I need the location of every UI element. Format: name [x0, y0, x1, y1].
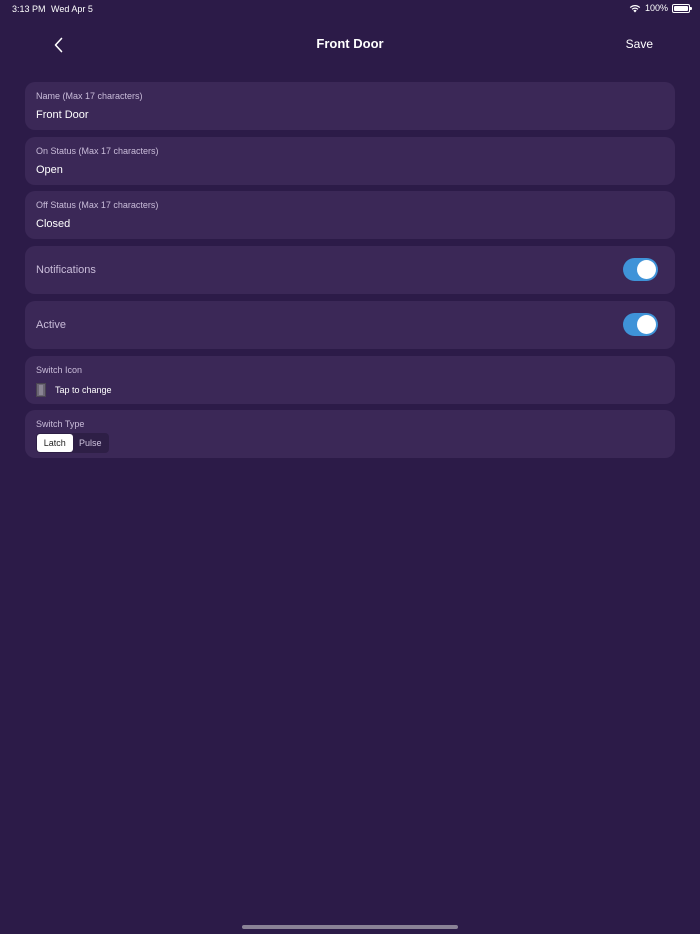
save-button[interactable]: Save [626, 37, 653, 51]
name-field[interactable]: Front Door [36, 109, 89, 121]
nav-bar: Front Door Save [0, 28, 700, 62]
switch-icon-label: Switch Icon [36, 365, 83, 375]
tap-to-change-text: Tap to change [55, 385, 112, 395]
status-time: 3:13 PM [12, 4, 46, 14]
notifications-label: Notifications [36, 264, 96, 276]
off-status-field-label: Off Status (Max 17 characters) [36, 200, 159, 210]
status-bar: 3:13 PM Wed Apr 5 100% [0, 0, 700, 18]
off-status-field[interactable]: Closed [36, 218, 70, 230]
switch-type-segmented-control: Latch Pulse [36, 433, 109, 453]
toggle-knob [637, 260, 656, 279]
battery-icon [672, 3, 692, 13]
name-field-card[interactable]: Name (Max 17 characters) Front Door [25, 82, 675, 130]
door-switch-icon [36, 383, 46, 397]
on-status-field[interactable]: Open [36, 164, 63, 176]
switch-type-label: Switch Type [36, 419, 85, 429]
status-date: Wed Apr 5 [51, 4, 93, 14]
name-field-label: Name (Max 17 characters) [36, 91, 143, 101]
page-title: Front Door [316, 36, 384, 51]
battery-fill [674, 5, 688, 11]
switch-type-card: Switch Type Latch Pulse [25, 410, 675, 458]
status-right: 100% [629, 3, 692, 13]
notifications-toggle[interactable] [623, 258, 658, 281]
active-label: Active [36, 319, 66, 331]
change-icon-button[interactable]: Tap to change [36, 383, 112, 397]
segment-latch[interactable]: Latch [37, 434, 73, 452]
switch-icon-card[interactable]: Switch Icon Tap to change [25, 356, 675, 404]
home-indicator[interactable] [242, 925, 458, 929]
wifi-icon [629, 4, 641, 12]
toggle-knob [637, 315, 656, 334]
on-status-field-card[interactable]: On Status (Max 17 characters) Open [25, 137, 675, 185]
on-status-field-label: On Status (Max 17 characters) [36, 146, 159, 156]
screen: 3:13 PM Wed Apr 5 100% Front Door Save N… [0, 0, 700, 934]
segment-pulse[interactable]: Pulse [73, 434, 109, 452]
notifications-row: Notifications [25, 246, 675, 294]
active-row: Active [25, 301, 675, 349]
active-toggle[interactable] [623, 313, 658, 336]
off-status-field-card[interactable]: Off Status (Max 17 characters) Closed [25, 191, 675, 239]
battery-percentage: 100% [644, 3, 668, 13]
